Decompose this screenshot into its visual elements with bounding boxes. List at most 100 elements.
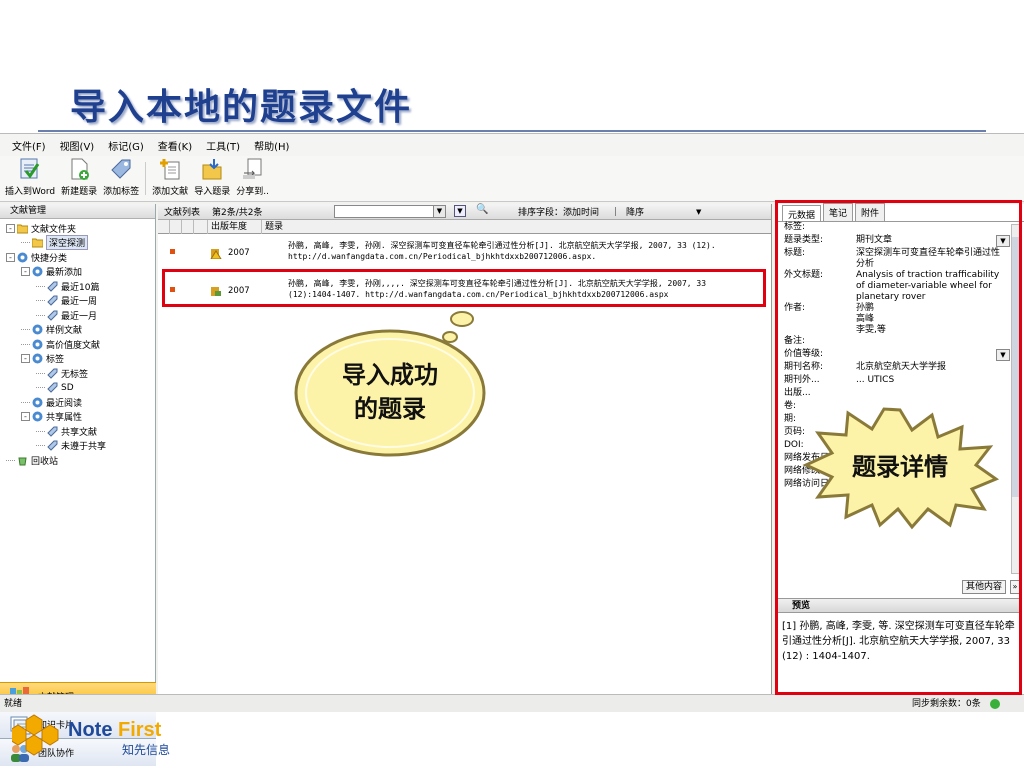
tree-item[interactable]: 未遵于共享 [0,439,155,454]
collapse-toggle-icon[interactable]: - [6,252,15,262]
dropdown-arrow-icon: ▼ [433,206,445,217]
tree-connector [21,329,30,331]
add-document-icon [157,157,183,181]
tree-item[interactable]: - 共享属性 [0,410,155,425]
menu-mark[interactable]: 标记(G) [108,138,144,153]
tag-icon [47,426,58,437]
tree-item[interactable]: 最近一月 [0,308,155,323]
tree-item-label: 深空探测 [46,235,89,251]
sort-field-label: 排序字段：添加时间 [518,208,600,218]
tree-item[interactable]: 回收站 [0,453,155,468]
share-button[interactable]: 分享到.. [233,156,272,201]
menu-tools[interactable]: 工具(T) [206,138,240,153]
folder-icon [31,237,44,248]
tree-item-label: SD [61,382,74,393]
tree-item-label: 最近一周 [61,297,98,308]
journal-warning-icon [210,249,222,259]
new-record-button[interactable]: 新建题录 [58,156,100,201]
tree-item[interactable]: 最近阅读 [0,395,155,410]
insert-to-word-button[interactable]: 插入到Word [2,156,58,201]
new-record-icon [66,157,92,181]
row-record: 孙鹏, 高峰, 李雯, 孙刚. 深空探测车可变直径车轮牵引通过性分析[J]. 北… [288,241,716,261]
tree-connector [36,285,45,287]
tree-connector [36,300,45,302]
search-icon[interactable]: 🔍 [476,204,488,215]
tree-item[interactable]: 最近10篇 [0,279,155,294]
add-document-button[interactable]: 添加文献 [149,156,191,201]
col-mark[interactable] [158,220,170,234]
collapse-toggle-icon[interactable]: - [6,223,15,233]
collapse-toggle-icon[interactable]: - [21,412,30,422]
tree-item-label: 共享文献 [61,427,98,438]
tag-icon [47,281,58,292]
collapse-toggle-icon[interactable]: - [21,354,30,364]
folder-icon [16,223,29,234]
svg-text:知先信息: 知先信息 [122,742,170,757]
tree-item-label: 快捷分类 [31,253,68,264]
tree-item[interactable]: - 文献文件夹 [0,221,155,236]
tree-item[interactable]: 共享文献 [0,424,155,439]
folder-tree: - 文献文件夹 深空探测 - 快捷分类 - 最新添加 最近10篇 最近一周 最近一月 样例文献 高价值… [0,219,155,468]
tree-item-label: 共享属性 [46,413,83,424]
callout-line-1: 导入成功 [342,361,438,389]
import-records-button[interactable]: 导入题录 [191,156,233,201]
tag-icon [47,382,58,393]
tree-connector [21,401,30,403]
tree-item[interactable]: 高价值度文献 [0,337,155,352]
tree-item-label: 最近一月 [61,311,98,322]
left-panel-header: 文献管理 [0,204,155,219]
toolbar-separator [145,162,147,195]
tag-icon [47,295,58,306]
tree-connector [36,430,45,432]
col-attach[interactable] [194,220,208,234]
imported-record-highlight [162,269,766,307]
table-header: 出版年度 题录 [158,220,771,234]
sort-order[interactable]: 降序 [626,205,644,218]
tree-item[interactable]: 样例文献 [0,323,155,338]
tree-item[interactable]: 最近一周 [0,294,155,309]
tree-connector [36,372,45,374]
tree-connector [21,242,30,244]
tree-item-label: 最新添加 [46,268,83,279]
tree-item[interactable]: 无标签 [0,366,155,381]
status-text: 就绪 [4,699,23,709]
menu-bar: 文件(F) 视图(V) 标记(G) 查看(K) 工具(T) 帮助(H) [0,134,1024,156]
tree-item-label: 高价值度文献 [46,340,101,351]
notefirst-logo: Note First 知先信息 [9,712,192,762]
col-flag[interactable] [170,220,182,234]
menu-view[interactable]: 视图(V) [60,138,95,153]
tag-icon [47,310,58,321]
tree-item[interactable]: 深空探测 [0,235,155,251]
menu-help[interactable]: 帮助(H) [254,138,289,153]
tree-item[interactable]: - 最新添加 [0,265,155,280]
tree-connector [36,387,45,389]
tree-item-label: 样例文献 [46,326,83,337]
tree-connector [36,445,45,447]
sync-indicator-icon[interactable] [990,699,1000,709]
menu-look[interactable]: 查看(K) [158,138,192,153]
tree-connector [6,459,15,461]
filter-select[interactable]: ▼ [334,205,446,218]
callout-detail-text: 题录详情 [852,453,948,481]
list-toolbar: 文献列表 第2条/共2条 ▼ ▼ 🔍 排序字段：添加时间 | 降序 ▼ [158,204,771,220]
menu-file[interactable]: 文件(F) [12,138,46,153]
tree-item[interactable]: - 快捷分类 [0,250,155,265]
tree-item-label: 未遵于共享 [61,442,107,453]
share-icon [240,157,266,181]
tree-item[interactable]: SD [0,381,155,396]
col-record[interactable]: 题录 [262,220,750,234]
category-icon [32,324,43,335]
add-tag-button[interactable]: 添加标签 [100,156,142,201]
collapse-toggle-icon[interactable]: - [21,267,30,277]
tree-item[interactable]: - 标签 [0,352,155,367]
sort-dropdown-icon[interactable]: ▼ [696,208,701,216]
category-icon [32,266,43,277]
import-icon [199,157,225,181]
tree-item-label: 无标签 [61,369,89,380]
col-year[interactable]: 出版年度 [208,220,262,234]
col-read[interactable] [182,220,194,234]
filter-down-icon[interactable]: ▼ [454,205,466,217]
toolbar: 插入到Word 新建题录 添加标签 添加文献 导入题录 分享到.. [0,156,1024,202]
table-row[interactable]: 2007 孙鹏, 高峰, 李雯, 孙刚. 深空探测车可变直径车轮牵引通过性分析[… [158,237,771,267]
tag-icon [47,368,58,379]
